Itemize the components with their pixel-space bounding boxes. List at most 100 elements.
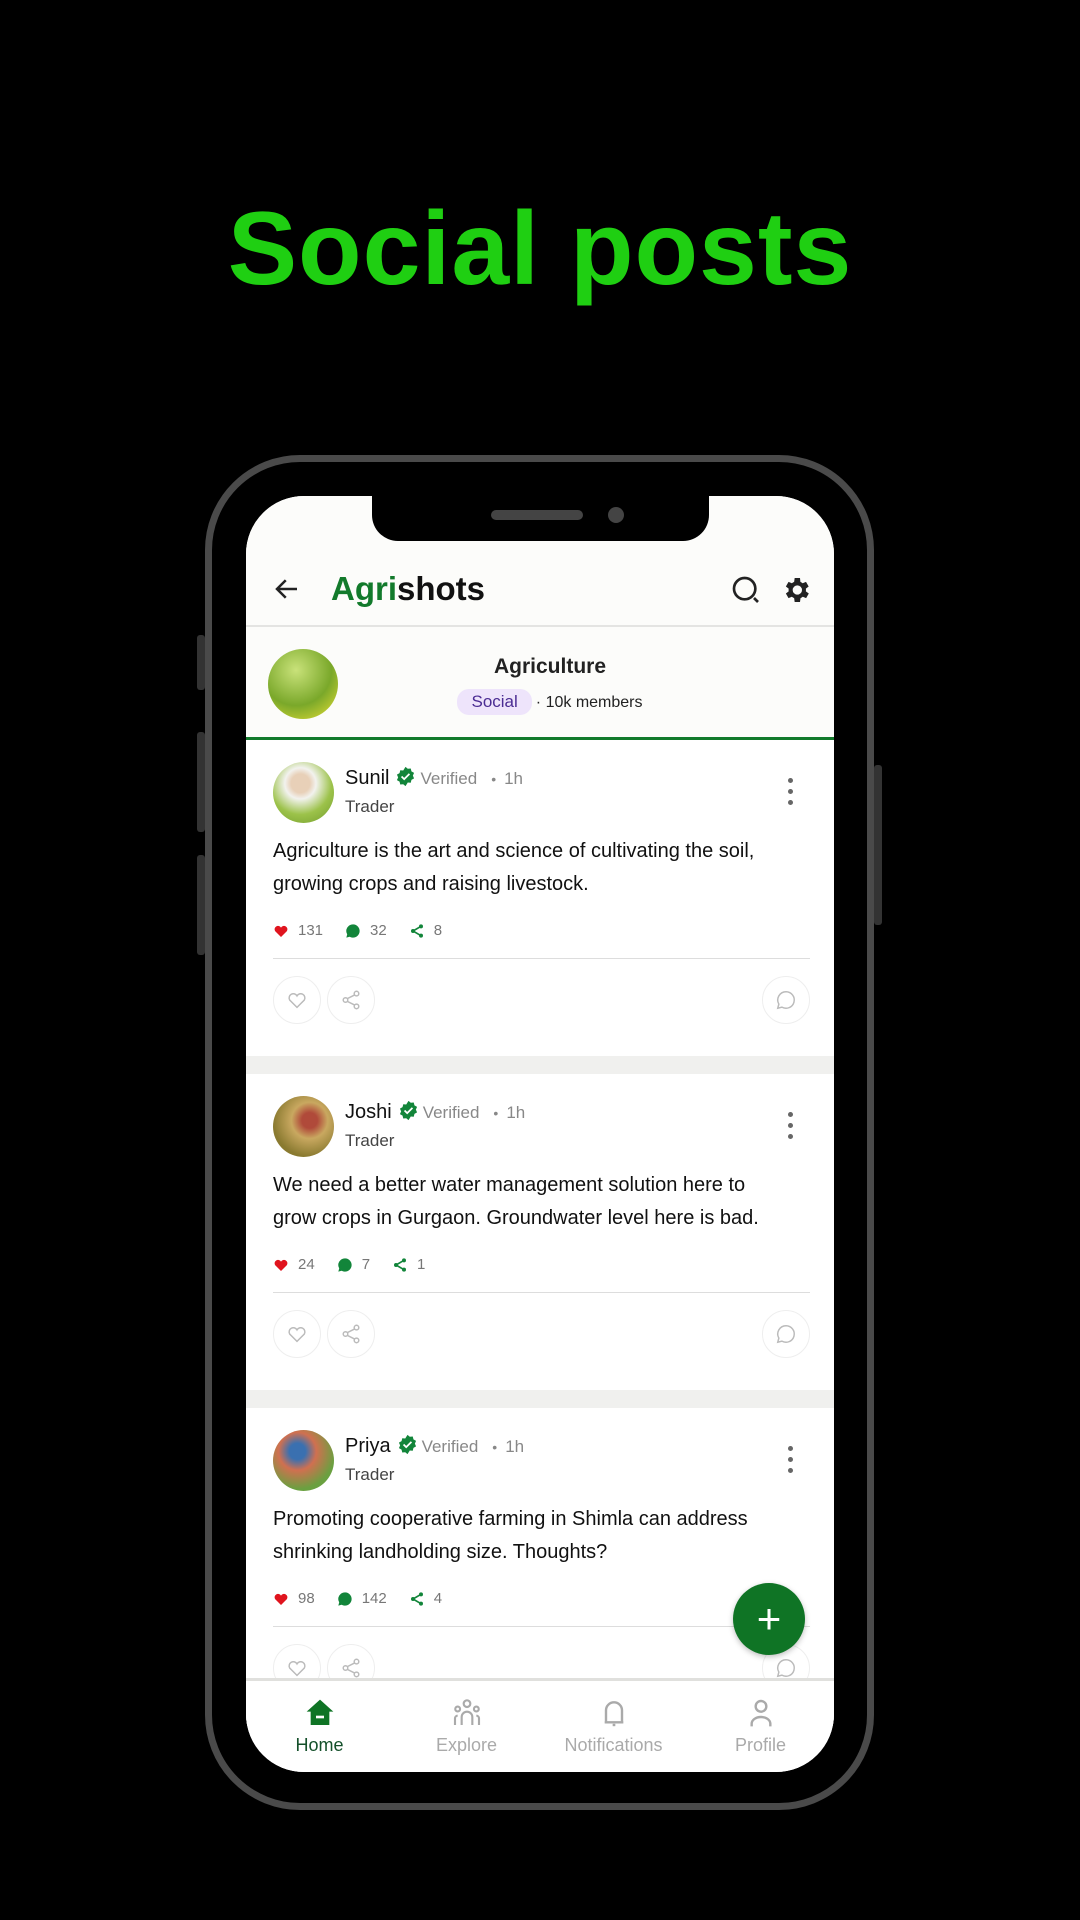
create-post-button[interactable]: + [733, 1583, 805, 1655]
author-role: Trader [345, 1465, 395, 1484]
more-options-icon[interactable] [788, 1446, 794, 1479]
post-card: Priya Verified • 1h Trader Promoting cooper… [246, 1408, 834, 1724]
divider [273, 1626, 810, 1627]
post-card: Joshi Verified • 1h Trader We need a better… [246, 1074, 834, 1390]
search-icon[interactable] [730, 574, 762, 606]
group-banner[interactable]: Agriculture Social · 10k members [246, 627, 834, 740]
nav-notifications[interactable]: Notifications [540, 1681, 687, 1772]
more-options-icon[interactable] [788, 778, 794, 811]
share-count: 1 [392, 1256, 425, 1273]
app-logo: Agrishots [331, 570, 486, 607]
share-outline-icon [342, 990, 360, 1010]
share-outline-icon [342, 1324, 360, 1344]
author-avatar[interactable] [273, 1096, 334, 1157]
post-time: 1h [504, 769, 524, 788]
power-button [874, 765, 882, 925]
category-badge: Social [457, 689, 532, 715]
volume-down-button [197, 855, 205, 955]
comment-filled-icon [346, 923, 360, 938]
post-time: 1h [505, 1437, 525, 1456]
more-options-icon[interactable] [788, 1112, 794, 1145]
like-button[interactable] [273, 1310, 321, 1358]
nav-label: Explore [435, 1735, 498, 1755]
post-text: Agriculture is the art and science of cu… [273, 840, 755, 895]
like-count: 24 [273, 1256, 315, 1273]
post-stats: 98 142 4 [273, 1590, 464, 1607]
nav-profile[interactable]: Profile [687, 1681, 834, 1772]
bell-icon [604, 1701, 623, 1727]
verified-badge-icon [398, 1434, 416, 1455]
post-separator [246, 1056, 834, 1074]
gear-icon[interactable] [780, 574, 812, 606]
comment-outline-icon [776, 1659, 795, 1678]
separator-dot: • [492, 1439, 498, 1455]
post-stats: 131 32 8 [273, 922, 464, 939]
nav-label: Home [295, 1735, 344, 1755]
share-count: 8 [409, 922, 442, 939]
group-meta: Social · 10k members [246, 689, 834, 715]
nav-label: Profile [734, 1735, 787, 1755]
back-arrow-icon[interactable] [272, 574, 302, 604]
heart-filled-icon [274, 925, 288, 937]
share-button[interactable] [327, 1310, 375, 1358]
verified-label: Verified [422, 1103, 480, 1122]
person-icon [749, 1699, 772, 1727]
author-role: Trader [345, 1131, 395, 1150]
share-filled-icon [394, 1257, 407, 1272]
nav-explore[interactable]: Explore [393, 1681, 540, 1772]
heart-filled-icon [274, 1259, 288, 1271]
comment-outline-icon [776, 1325, 795, 1344]
post-separator [246, 1390, 834, 1408]
author-line: Joshi Verified • 1h [345, 1100, 525, 1124]
group-name: Agriculture [493, 655, 606, 678]
post-time: 1h [506, 1103, 526, 1122]
author-name[interactable]: Priya [345, 1435, 391, 1457]
comment-count: 32 [345, 922, 387, 939]
home-icon [306, 1699, 333, 1725]
speaker [491, 510, 583, 520]
app-screen: Agrishots Agriculture Social · 10k member… [246, 496, 834, 1772]
author-avatar[interactable] [273, 1430, 334, 1491]
separator-dot: • [491, 771, 497, 787]
nav-label: Notifications [564, 1735, 663, 1755]
comment-outline-icon [776, 991, 795, 1010]
nav-home[interactable]: Home [246, 1681, 393, 1772]
comment-filled-icon [337, 1591, 352, 1606]
bottom-nav: Home Explore Notifications Profile [246, 1678, 834, 1772]
separator-dot: • [493, 1105, 499, 1121]
heart-outline-icon [288, 1661, 306, 1677]
post-text: Promoting cooperative farming in Shimla … [273, 1508, 748, 1563]
post-stats: 24 7 1 [273, 1256, 447, 1273]
like-count: 98 [273, 1590, 315, 1607]
people-icon [453, 1699, 480, 1725]
comment-filled-icon [337, 1257, 352, 1272]
author-avatar[interactable] [273, 762, 334, 823]
divider [273, 958, 810, 959]
volume-up-button [197, 732, 205, 832]
like-count: 131 [273, 922, 323, 939]
headline: Social posts [227, 191, 853, 307]
author-name[interactable]: Sunil [345, 767, 389, 789]
heart-outline-icon [288, 993, 306, 1009]
camera [608, 507, 624, 523]
divider [273, 1292, 810, 1293]
verified-label: Verified [421, 1437, 479, 1456]
comment-button[interactable] [762, 1310, 810, 1358]
comment-count: 142 [337, 1590, 387, 1607]
verified-badge-icon [399, 1100, 417, 1121]
share-filled-icon [410, 923, 423, 938]
share-button[interactable] [327, 976, 375, 1024]
verified-badge-icon [397, 766, 415, 787]
author-role: Trader [345, 797, 395, 816]
author-line: Priya Verified • 1h [345, 1434, 524, 1458]
heart-filled-icon [274, 1593, 288, 1605]
post-text: We need a better water management soluti… [273, 1174, 759, 1229]
author-name[interactable]: Joshi [345, 1101, 392, 1123]
like-button[interactable] [273, 976, 321, 1024]
post-card: Sunil Verified • 1h Trader Agriculture is t… [246, 740, 834, 1056]
share-outline-icon [342, 1658, 360, 1678]
post-feed: Sunil Verified • 1h Trader Agriculture is t… [246, 740, 834, 1724]
comment-button[interactable] [762, 976, 810, 1024]
author-line: Sunil Verified • 1h [345, 766, 523, 790]
share-filled-icon [410, 1591, 423, 1606]
